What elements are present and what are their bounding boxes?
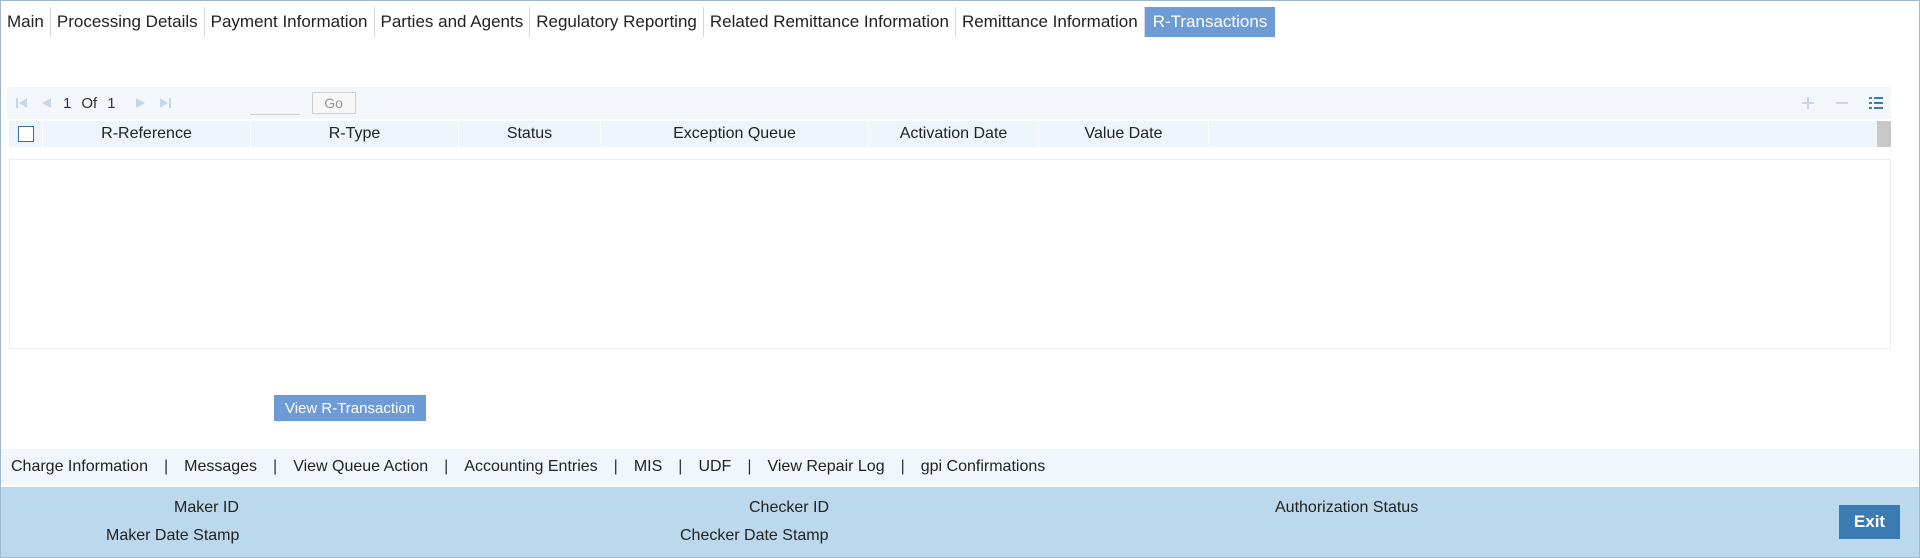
link-separator: | [613,458,618,475]
tab-regulatory-reporting[interactable]: Regulatory Reporting [530,7,704,37]
column-header-r-reference[interactable]: R-Reference [43,121,251,147]
select-all-checkbox[interactable] [17,126,34,142]
tab-processing-details[interactable]: Processing Details [51,7,205,37]
go-button[interactable]: Go [311,92,356,114]
grid-toolbar: 1 Of 1 Go [7,87,1891,119]
view-r-transaction-button[interactable]: View R-Transaction [274,395,426,421]
audit-footer: Maker ID Maker Date Stamp Checker ID Che… [1,487,1919,557]
link-separator: | [747,458,752,475]
exit-button[interactable]: Exit [1839,505,1900,539]
grid-body [9,159,1891,349]
total-pages: 1 [107,94,116,112]
checker-date-stamp-label: Checker Date Stamp [680,527,829,544]
pager: 1 Of 1 Go [13,87,356,119]
checker-id-label: Checker ID [749,499,830,516]
view-repair-log-link[interactable]: View Repair Log [767,458,884,476]
tab-main[interactable]: Main [1,7,51,37]
grid-scrollbar[interactable] [1877,121,1891,147]
accounting-entries-link[interactable]: Accounting Entries [464,458,597,476]
column-header-value-date[interactable]: Value Date [1039,121,1209,147]
grid-header: R-Reference R-Type Status Exception Queu… [9,121,1883,147]
first-page-icon[interactable] [13,94,31,112]
grid-actions [1799,87,1885,119]
mis-link[interactable]: MIS [634,458,662,476]
link-separator: | [678,458,683,475]
select-all-cell [9,121,43,147]
tab-related-remittance-information[interactable]: Related Remittance Information [704,7,956,37]
next-page-icon[interactable] [132,94,150,112]
prev-page-icon[interactable] [37,94,55,112]
page-of-label: Of [81,94,98,112]
link-separator: | [163,458,169,475]
column-header-r-type[interactable]: R-Type [251,121,459,147]
udf-link[interactable]: UDF [698,458,731,476]
delete-row-icon[interactable] [1833,94,1851,112]
page-number-input[interactable] [249,91,300,115]
tab-parties-and-agents[interactable]: Parties and Agents [375,7,531,37]
gpi-confirmations-link[interactable]: gpi Confirmations [921,458,1046,476]
link-separator: | [273,458,278,475]
link-separator: | [444,458,449,475]
current-page: 1 [63,94,72,112]
tab-bar: Main Processing Details Payment Informat… [1,7,1276,37]
tab-payment-information[interactable]: Payment Information [205,7,375,37]
messages-link[interactable]: Messages [184,458,257,476]
charge-information-link[interactable]: Charge Information [11,458,148,476]
add-row-icon[interactable] [1799,94,1817,112]
authorization-status-label: Authorization Status [1275,499,1419,516]
maker-id-label: Maker ID [174,499,239,516]
bottom-link-bar: Charge Information | Messages | View Queue… [1,449,1919,485]
maker-date-stamp-label: Maker Date Stamp [106,527,240,544]
tab-remittance-information[interactable]: Remittance Information [956,7,1145,37]
column-header-status[interactable]: Status [459,121,601,147]
column-header-exception-queue[interactable]: Exception Queue [601,121,869,147]
last-page-icon[interactable] [156,94,174,112]
tab-r-transactions[interactable]: R-Transactions [1144,7,1276,37]
single-view-icon[interactable] [1867,94,1885,112]
link-separator: | [900,458,905,475]
view-queue-action-link[interactable]: View Queue Action [293,458,428,476]
column-header-activation-date[interactable]: Activation Date [869,121,1039,147]
